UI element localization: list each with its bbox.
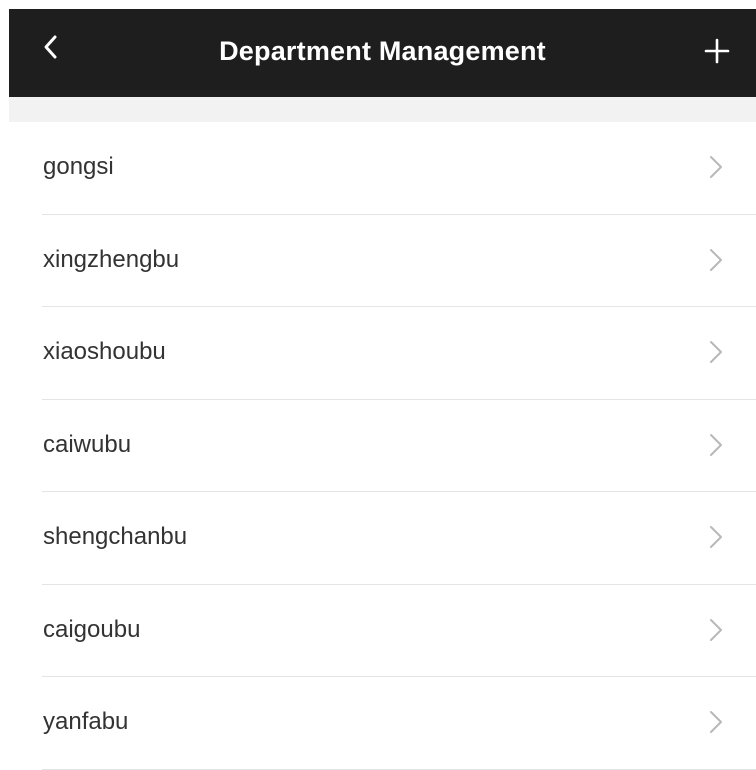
department-item-caigoubu[interactable]: caigoubu bbox=[9, 585, 756, 678]
department-label: caigoubu bbox=[43, 615, 141, 643]
chevron-right-icon bbox=[710, 156, 722, 178]
plus-icon bbox=[704, 38, 730, 64]
chevron-right-icon bbox=[710, 711, 722, 733]
department-item-shengchanbu[interactable]: shengchanbu bbox=[9, 492, 756, 585]
section-gap bbox=[9, 97, 756, 122]
department-item-gongsi[interactable]: gongsi bbox=[9, 122, 756, 215]
chevron-right-icon bbox=[710, 618, 722, 641]
department-list: gongsi xingzhengbu xiaoshoubu caiwubu sh… bbox=[9, 122, 756, 770]
chevron-right-icon bbox=[710, 248, 722, 271]
department-label: shengchanbu bbox=[43, 523, 188, 550]
department-label: gongsi bbox=[43, 153, 114, 180]
department-item-yanfabu[interactable]: yanfabu bbox=[9, 677, 756, 770]
department-label: caiwubu bbox=[43, 430, 132, 458]
page-title: Department Management bbox=[219, 36, 546, 66]
chevron-right-icon bbox=[710, 433, 722, 456]
department-item-xiaoshoubu[interactable]: xiaoshoubu bbox=[9, 307, 756, 400]
header-bar: Department Management bbox=[9, 9, 756, 97]
app-screen: Department Management gongsi xingzhengbu… bbox=[9, 9, 756, 770]
department-item-caiwubu[interactable]: caiwubu bbox=[9, 400, 756, 493]
add-department-button[interactable] bbox=[702, 36, 732, 66]
chevron-right-icon bbox=[710, 341, 722, 363]
department-label: xingzhengbu bbox=[43, 245, 180, 273]
department-label: xiaoshoubu bbox=[43, 338, 166, 365]
department-label: yanfabu bbox=[43, 708, 129, 735]
department-item-xingzhengbu[interactable]: xingzhengbu bbox=[9, 215, 756, 308]
chevron-right-icon bbox=[710, 526, 722, 548]
